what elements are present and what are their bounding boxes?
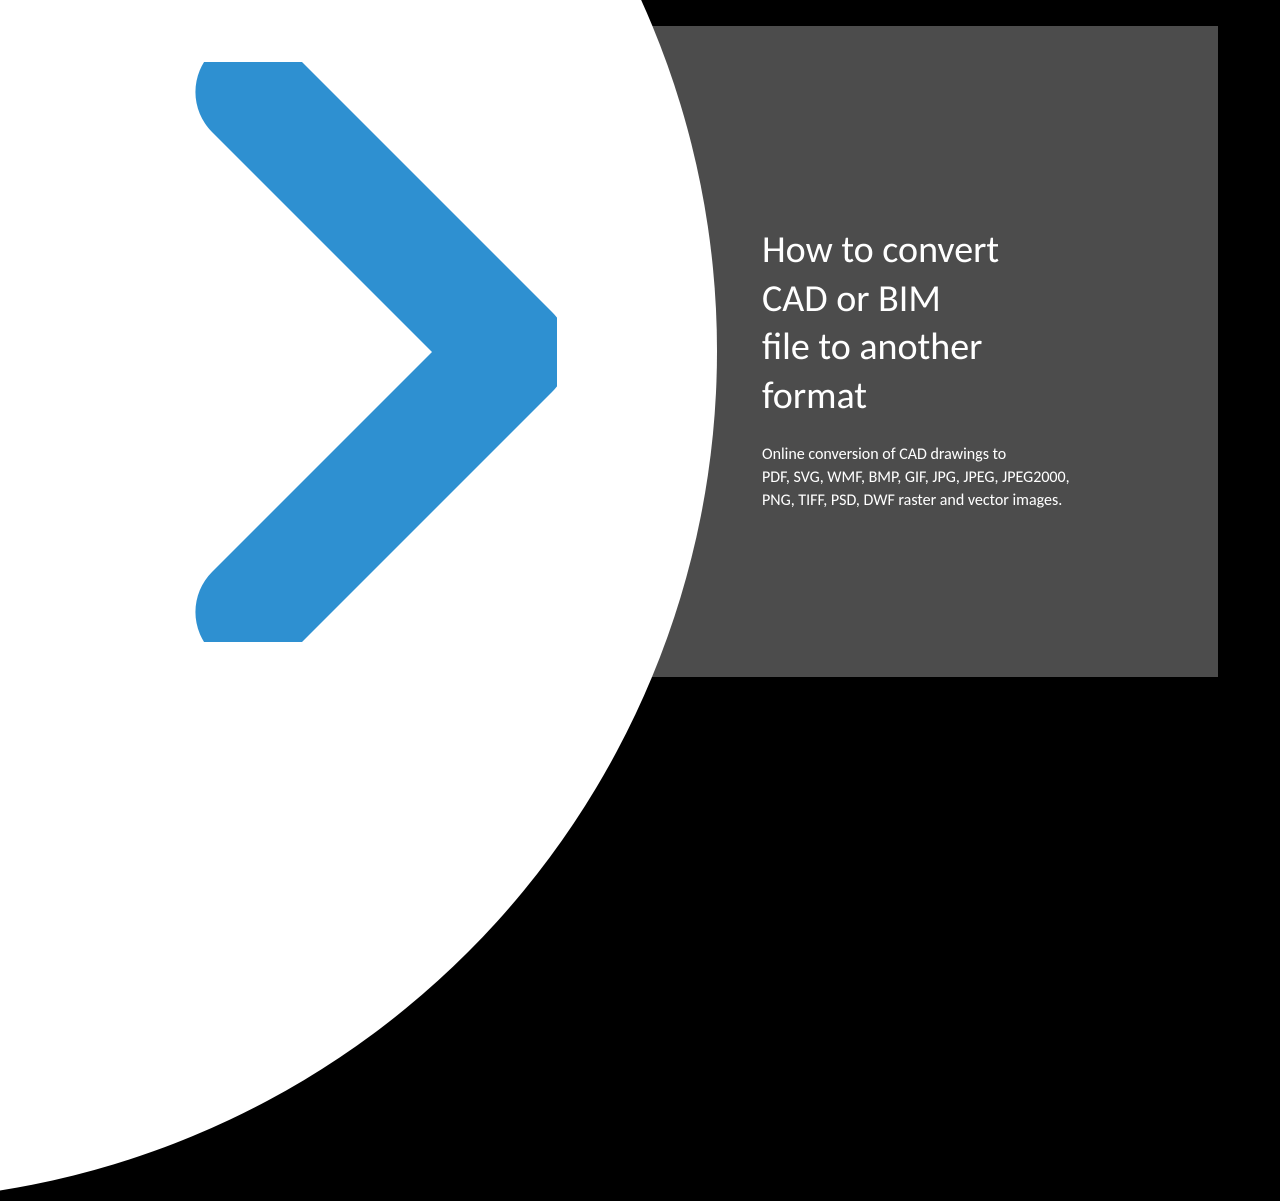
slide-title: How to convert CAD or BIM file to anothe…: [762, 226, 1192, 421]
subtitle-line: PNG, TIFF, PSD, DWF raster and vector im…: [762, 491, 1062, 510]
subtitle-line: Online conversion of CAD drawings to: [762, 445, 1006, 464]
title-line: How to convert: [762, 227, 999, 273]
title-line: CAD or BIM: [762, 276, 941, 322]
chevron-right-icon: [117, 62, 557, 642]
slide-stage: How to convert CAD or BIM file to anothe…: [62, 26, 1218, 677]
title-line: format: [762, 373, 867, 419]
subtitle-line: PDF, SVG, WMF, BMP, GIF, JPG, JPEG, JPEG…: [762, 468, 1070, 487]
slide-subtitle: Online conversion of CAD drawings to PDF…: [762, 443, 1192, 513]
text-block: How to convert CAD or BIM file to anothe…: [762, 226, 1192, 512]
title-line: file to another: [762, 324, 982, 370]
